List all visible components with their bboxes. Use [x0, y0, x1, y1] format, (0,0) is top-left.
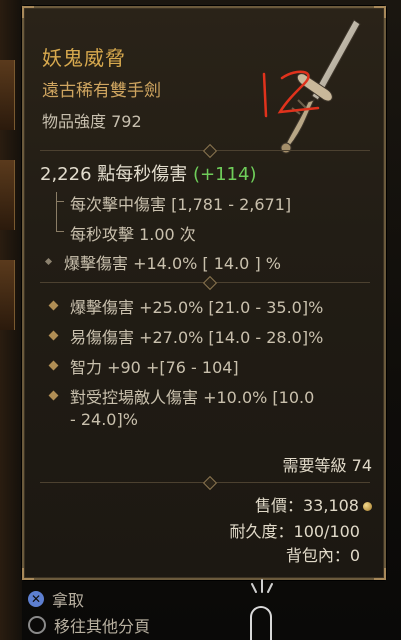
divider — [40, 475, 370, 491]
affix-bullet-icon — [48, 300, 59, 311]
attacks-per-second: 每秒攻擊 1.00 次 — [70, 225, 196, 244]
affix-bullet-icon — [48, 390, 59, 401]
x-button-icon: ✕ — [28, 591, 44, 607]
item-power: 物品強度 792 — [42, 112, 142, 131]
scroll-indicator[interactable] — [250, 606, 272, 640]
screen: 妖鬼威脅 遠古稀有雙手劍 物品強度 792 12 2,226 — [0, 0, 401, 640]
in-bag-count: 背包內：0 — [285, 546, 360, 565]
required-level: 需要等級 74 — [282, 456, 372, 475]
item-tooltip: 妖鬼威脅 遠古稀有雙手劍 物品強度 792 12 2,226 — [22, 6, 386, 580]
inventory-slot[interactable] — [0, 160, 15, 230]
take-label: 拿取 — [52, 591, 85, 610]
take-action[interactable]: ✕ 拿取 — [28, 586, 150, 612]
stat-tree-line — [56, 192, 65, 232]
scroll-indicator-rays — [251, 579, 273, 593]
controller-hints: ✕ 拿取 移往其他分頁 — [28, 586, 150, 638]
dps-value: 2,226 — [40, 164, 92, 185]
damage-per-hit: 每次擊中傷害 [1,781 - 2,671] — [70, 195, 292, 214]
inventory-side-strip — [0, 0, 22, 640]
affix-bullet-icon — [48, 330, 59, 341]
dps-label: 點每秒傷害 — [97, 164, 188, 185]
right-stick-icon — [28, 616, 46, 634]
gold-coin-icon — [363, 502, 372, 511]
affix-line: 智力 +90 +[76 - 104] — [70, 358, 239, 377]
move-to-other-tab-action[interactable]: 移往其他分頁 — [28, 612, 150, 638]
divider — [40, 143, 370, 159]
dps-delta: (+114) — [193, 164, 257, 185]
item-name: 妖鬼威脅 — [42, 46, 126, 70]
durability: 耐久度：100/100 — [229, 522, 360, 541]
sell-price: 售價：33,108 — [255, 496, 359, 515]
move-label: 移往其他分頁 — [54, 617, 151, 636]
item-type: 遠古稀有雙手劍 — [42, 81, 161, 101]
affix-line: 爆擊傷害 +25.0% [21.0 - 35.0]% — [70, 298, 324, 317]
affix-line: 易傷傷害 +27.0% [14.0 - 28.0]% — [70, 328, 324, 347]
handwritten-annotation — [262, 70, 320, 118]
affix-bullet-icon — [48, 360, 59, 371]
divider — [40, 275, 370, 291]
inventory-slot[interactable] — [0, 60, 15, 130]
affix-line-continued: - 24.0]% — [70, 410, 138, 429]
bullet-icon — [44, 257, 53, 266]
implicit-crit-damage: 爆擊傷害 +14.0% [ 14.0 ] % — [64, 254, 281, 273]
inventory-slot[interactable] — [0, 260, 15, 330]
affix-line: 對受控場敵人傷害 +10.0% [10.0 — [70, 388, 315, 407]
dps-line: 2,226 點每秒傷害 (+114) — [40, 160, 256, 186]
sell-price-row: 售價：33,108 — [255, 492, 372, 516]
